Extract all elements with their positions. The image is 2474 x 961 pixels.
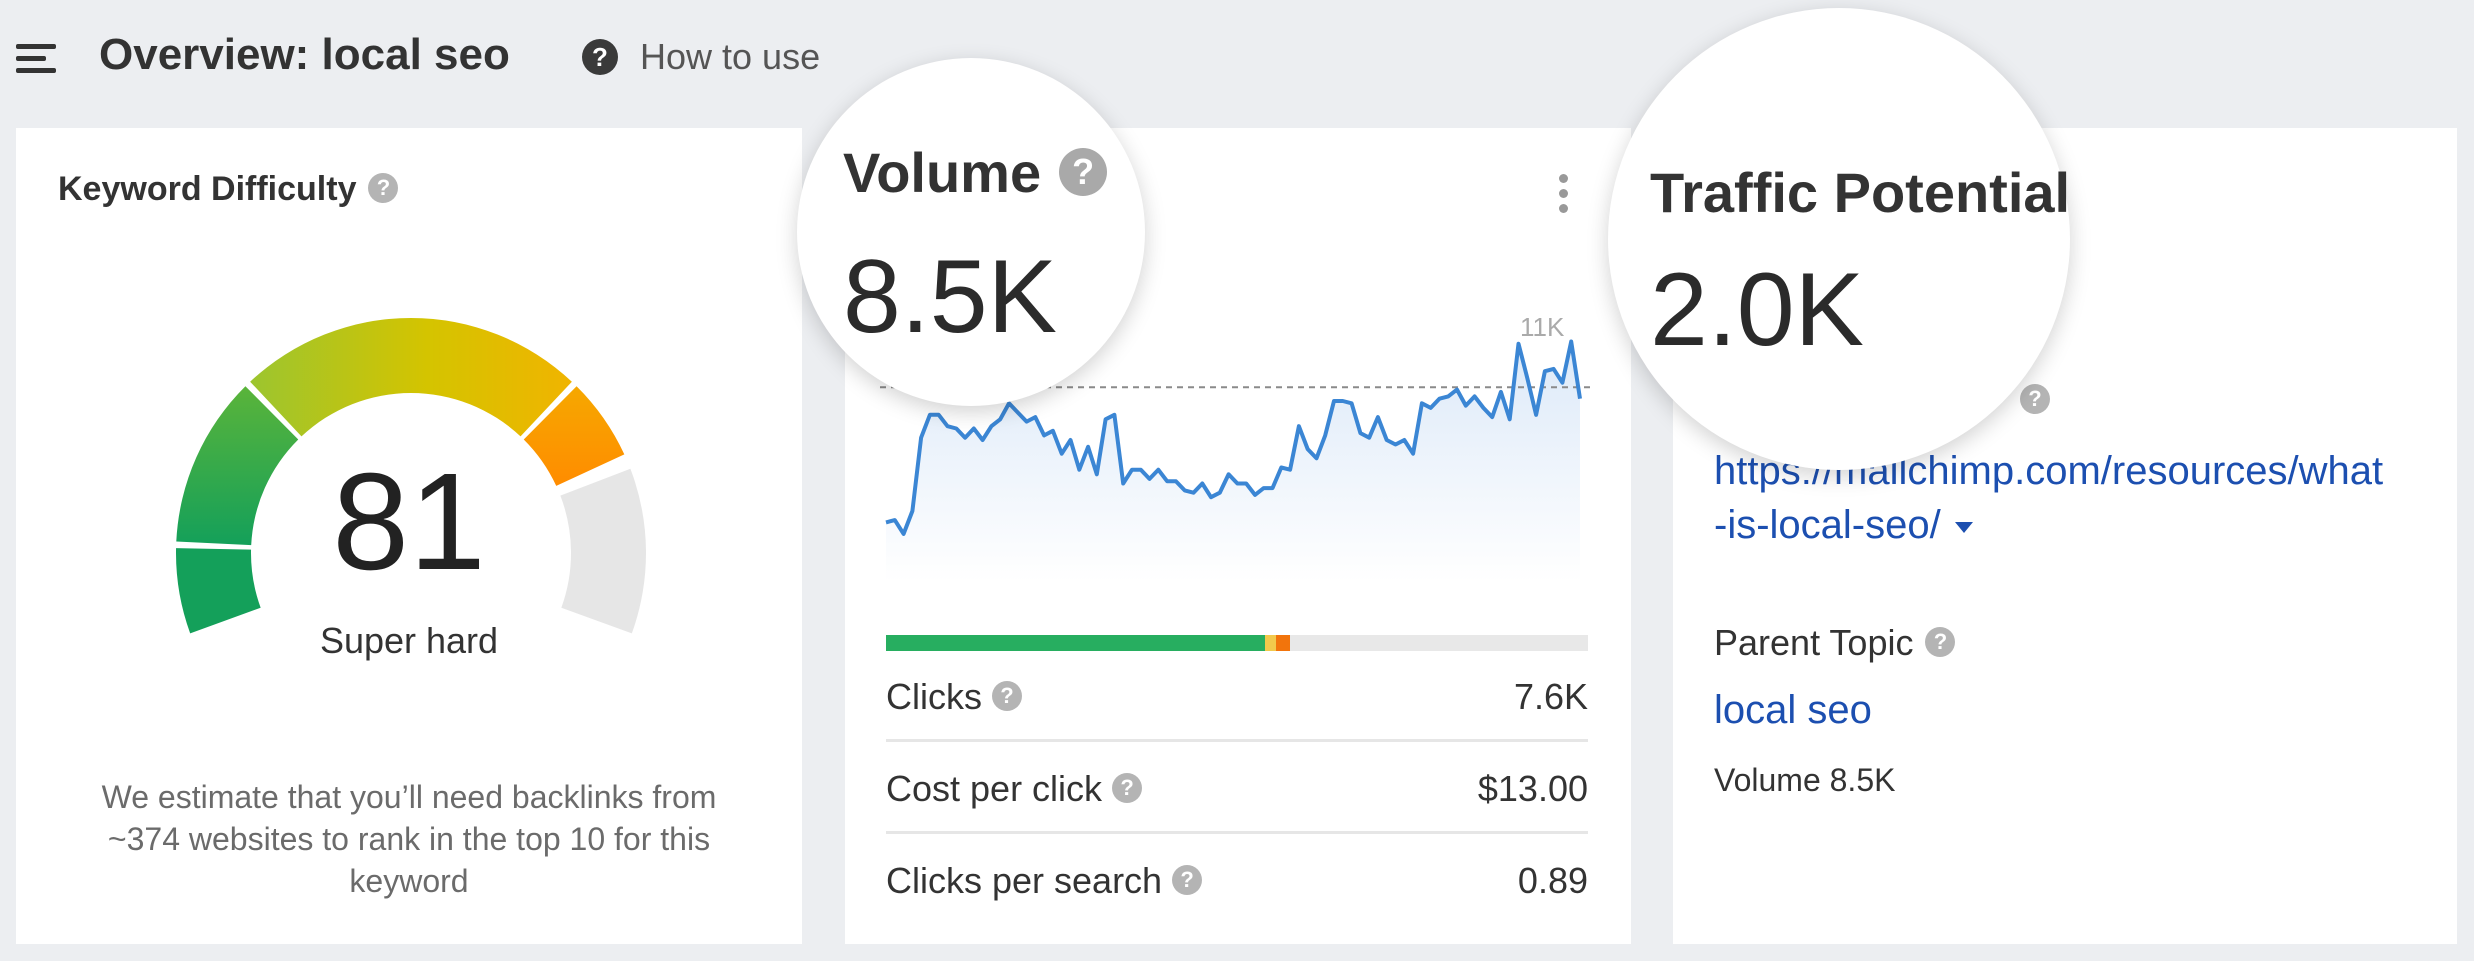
organic-clicks-segment <box>886 635 1266 651</box>
metric-value: 0.89 <box>1517 860 1588 901</box>
paid-clicks-segment <box>1265 635 1276 651</box>
traffic-potential-magnifier <box>1608 8 2070 470</box>
how-to-use-link[interactable]: How to use <box>640 36 820 78</box>
metric-row-clicks: Clicks? 7.6K <box>886 650 1588 742</box>
help-icon[interactable]: ? <box>1112 773 1143 804</box>
volume-title: Volume? <box>843 140 1108 205</box>
clicks-distribution-bar <box>886 635 1588 651</box>
help-icon[interactable]: ? <box>1059 148 1108 197</box>
help-icon[interactable]: ? <box>582 39 618 75</box>
help-icon[interactable]: ? <box>1172 865 1203 896</box>
page-title: Overview: local seo <box>99 30 510 79</box>
difficulty-description: We estimate that you’ll need backlinks f… <box>101 779 717 899</box>
metric-row-cpc: Cost per click? $13.00 <box>886 742 1588 834</box>
help-icon[interactable]: ? <box>992 681 1022 712</box>
keyword-difficulty-label: Keyword Difficulty <box>58 170 357 208</box>
metric-label: Clicks per search <box>886 860 1163 901</box>
page-header: Overview: local seo ? How to use <box>0 0 2474 120</box>
help-icon[interactable]: ? <box>368 173 399 204</box>
metric-row-clicks-per-search: Clicks per search? 0.89 <box>886 834 1588 926</box>
paid-clicks-segment <box>1275 635 1290 651</box>
traffic-potential-value: 2.0K <box>1650 252 1864 368</box>
metric-label: Cost per click <box>886 768 1103 809</box>
gauge-filled-segment <box>250 318 572 437</box>
parent-topic-volume: Volume 8.5K <box>1714 762 1896 798</box>
hamburger-menu-icon[interactable] <box>16 44 56 74</box>
difficulty-score: 81 <box>332 445 486 599</box>
traffic-potential-title: Traffic Potential <box>1650 161 2071 224</box>
help-icon[interactable]: ? <box>2020 384 2050 414</box>
parent-topic-link[interactable]: local seo <box>1714 688 1872 733</box>
parent-topic-title: Parent Topic? <box>1714 622 1956 664</box>
url-text: -is-local-seo/ <box>1714 503 1941 547</box>
parent-topic-label: Parent Topic <box>1714 622 1914 663</box>
keyword-difficulty-title: Keyword Difficulty? <box>58 170 399 209</box>
volume-label: Volume <box>843 141 1042 204</box>
metric-label: Clicks <box>886 676 982 717</box>
caret-down-icon[interactable] <box>1954 521 1973 533</box>
volume-value: 8.5K <box>843 239 1057 355</box>
help-icon[interactable]: ? <box>1925 627 1956 658</box>
metric-value: 7.6K <box>1513 676 1588 717</box>
keyword-difficulty-card: Keyword Difficulty? 81 Super hard We est… <box>16 128 802 944</box>
metric-value: $13.00 <box>1477 768 1588 809</box>
difficulty-label: Super hard <box>319 620 499 661</box>
more-options-icon[interactable] <box>1556 172 1570 216</box>
